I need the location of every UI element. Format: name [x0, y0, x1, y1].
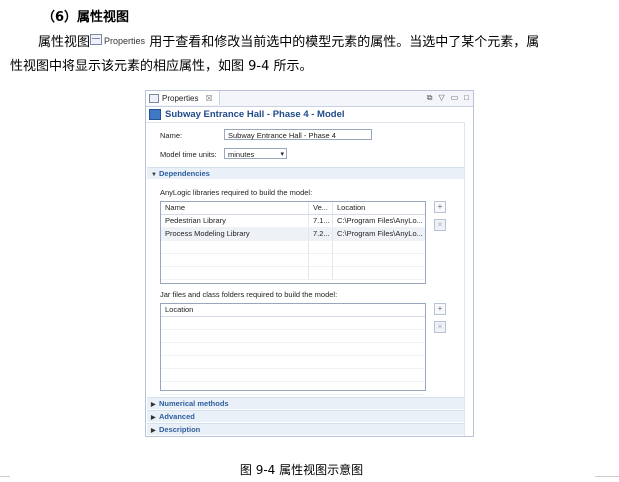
section-advanced[interactable]: ▶ Advanced [147, 410, 464, 422]
empty-row [161, 343, 425, 356]
window-controls: ⧉ ▽ ▭ □ [427, 93, 469, 103]
col-version[interactable]: Ve... [309, 202, 333, 214]
tab-label: Properties [162, 93, 199, 103]
figure-caption: 图 9-4 属性视图示意图 [0, 461, 619, 478]
properties-tab-icon [149, 93, 159, 103]
col-jar-location[interactable]: Location [161, 304, 425, 316]
para-text-before: 属性视图 [38, 35, 91, 50]
panel-titlebar: Subway Entrance Hall - Phase 4 - Model [146, 107, 473, 123]
time-units-select[interactable]: minutes ▾ [224, 148, 287, 159]
minimize-icon[interactable]: ▭ [451, 93, 459, 103]
name-input[interactable]: Subway Entrance Hall - Phase 4 [224, 129, 372, 140]
cell-name: Pedestrian Library [161, 215, 309, 227]
empty-row [161, 330, 425, 343]
jars-table-header: Location [161, 304, 425, 317]
empty-row [161, 369, 425, 382]
empty-row [161, 382, 425, 395]
time-units-label: Model time units: [160, 150, 217, 159]
table-row[interactable]: Pedestrian Library 7.1... C:\Program Fil… [161, 215, 425, 228]
section-label: Numerical methods [159, 399, 229, 408]
body-paragraph: 属性视图 Properties 用于查看和修改当前选中的模型元素的属性。当选中了某… [10, 29, 610, 79]
section-dependencies[interactable]: ▼ Dependencies [147, 167, 464, 179]
section-label: Description [159, 425, 201, 434]
libs-label: AnyLogic libraries required to build the… [160, 188, 313, 197]
section-dependencies-label: Dependencies [159, 169, 210, 178]
para-text-line1: 用于查看和修改当前选中的模型元素的属性。当选中了某个元素，属 [149, 35, 540, 50]
empty-row [161, 317, 425, 330]
cell-location: C:\Program Files\AnyLo... [337, 229, 423, 238]
cell-name: Process Modeling Library [161, 228, 309, 240]
tab-bar: Properties ☒ ⧉ ▽ ▭ □ [146, 91, 473, 107]
table-row[interactable]: Process Modeling Library 7.2... C:\Progr… [161, 228, 425, 241]
section-numerical-methods[interactable]: ▶ Numerical methods [147, 397, 464, 409]
caption-text: 图 9-4 属性视图示意图 [239, 463, 364, 477]
chevron-down-icon: ▾ [280, 151, 284, 158]
time-units-value: minutes [228, 150, 255, 159]
libraries-table-header: Name Ve... Location [161, 202, 425, 215]
new-view-icon[interactable]: ⧉ [427, 93, 433, 103]
empty-row [161, 356, 425, 369]
empty-row [161, 267, 425, 280]
libraries-table: Name Ve... Location Pedestrian Library 7… [160, 201, 426, 284]
section-heading: （6）属性视图 [42, 10, 130, 25]
close-icon[interactable]: ☒ [205, 94, 212, 103]
add-library-button[interactable]: + [434, 201, 446, 213]
properties-inline-label: Properties [104, 36, 146, 46]
cell-location: C:\Program Files\AnyLo... [337, 216, 423, 225]
col-location[interactable]: Location [333, 202, 425, 214]
properties-panel: Properties ☒ ⧉ ▽ ▭ □ Subway Entrance Hal… [145, 90, 474, 437]
remove-jar-button[interactable]: × [434, 321, 446, 333]
maximize-icon[interactable]: □ [464, 93, 469, 103]
page-corner-right [595, 476, 619, 482]
cell-version: 7.1... [309, 215, 333, 227]
section-description[interactable]: ▶ Description [147, 423, 464, 435]
page-corner-left [0, 476, 10, 482]
view-menu-icon[interactable]: ▽ [438, 93, 444, 103]
section-label: Advanced [159, 412, 195, 421]
tab-properties[interactable]: Properties ☒ [146, 91, 220, 105]
properties-icon [90, 34, 103, 45]
name-label: Name: [160, 131, 183, 140]
add-jar-button[interactable]: + [434, 303, 446, 315]
expanded-triangle-icon: ▼ [151, 172, 157, 178]
cell-version: 7.2... [309, 228, 333, 240]
empty-row [161, 241, 425, 254]
para-text-line2: 性视图中将显示该元素的相应属性，如图 9-4 所示。 [10, 59, 313, 74]
collapsed-triangle-icon: ▶ [151, 428, 156, 434]
empty-row [161, 254, 425, 267]
panel-title: Subway Entrance Hall - Phase 4 - Model [165, 109, 345, 120]
jars-label: Jar files and class folders required to … [160, 290, 338, 299]
scrollbar[interactable] [464, 122, 473, 436]
remove-library-button[interactable]: × [434, 219, 446, 231]
model-icon [149, 109, 161, 120]
jars-table: Location [160, 303, 426, 395]
col-name[interactable]: Name [161, 202, 309, 214]
